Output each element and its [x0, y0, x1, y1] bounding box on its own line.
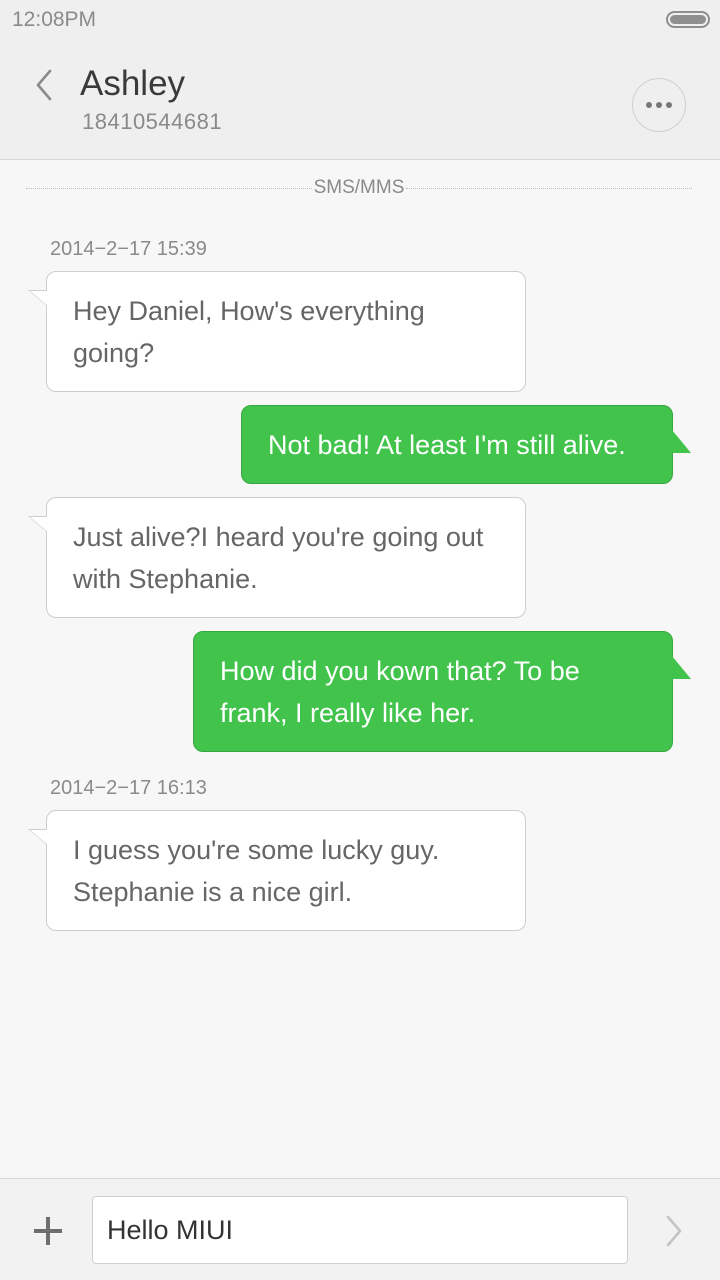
status-time: 12:08PM — [12, 8, 97, 31]
messaging-screen: 12:08PM Ashley 18410544681 SMS/MMS 2014−… — [0, 0, 720, 1280]
outgoing-message[interactable]: How did you kown that? To be frank, I re… — [193, 631, 673, 752]
message-text: Just alive?I heard you're going out with… — [73, 522, 484, 594]
plus-icon — [34, 1217, 62, 1245]
message-text: How did you kown that? To be frank, I re… — [220, 656, 580, 728]
outgoing-message[interactable]: Not bad! At least I'm still alive. — [241, 405, 673, 484]
top-bar: 12:08PM Ashley 18410544681 — [0, 0, 720, 160]
more-dots-icon — [656, 102, 662, 108]
message-timestamp: 2014−2−17 15:39 — [50, 238, 207, 260]
message-text: Not bad! At least I'm still alive. — [268, 430, 626, 460]
send-button[interactable] — [654, 1209, 694, 1253]
divider-line — [26, 187, 312, 189]
more-dots-icon — [666, 102, 672, 108]
back-button[interactable] — [24, 64, 64, 106]
incoming-message[interactable]: I guess you're some lucky guy. Stephanie… — [28, 810, 526, 931]
incoming-message[interactable]: Hey Daniel, How's everything going? — [28, 271, 526, 392]
contact-number: 18410544681 — [82, 109, 223, 134]
channel-label: SMS/MMS — [313, 177, 405, 198]
message-text: I guess you're some lucky guy. Stephanie… — [73, 835, 440, 907]
message-text: Hey Daniel, How's everything going? — [73, 296, 425, 368]
contact-name: Ashley — [80, 64, 186, 103]
incoming-message[interactable]: Just alive?I heard you're going out with… — [28, 497, 526, 618]
more-dots-icon — [646, 102, 652, 108]
add-attachment-button[interactable] — [28, 1211, 68, 1251]
battery-icon — [666, 11, 710, 28]
channel-divider: SMS/MMS — [26, 176, 692, 200]
divider-line — [406, 187, 692, 189]
message-timestamp: 2014−2−17 16:13 — [50, 777, 207, 799]
chevron-right-icon — [666, 1215, 682, 1247]
message-input[interactable] — [92, 1196, 628, 1264]
composer-bar — [0, 1178, 720, 1280]
more-options-button[interactable] — [632, 78, 686, 132]
chevron-left-icon — [36, 69, 52, 101]
battery-level — [670, 15, 706, 24]
